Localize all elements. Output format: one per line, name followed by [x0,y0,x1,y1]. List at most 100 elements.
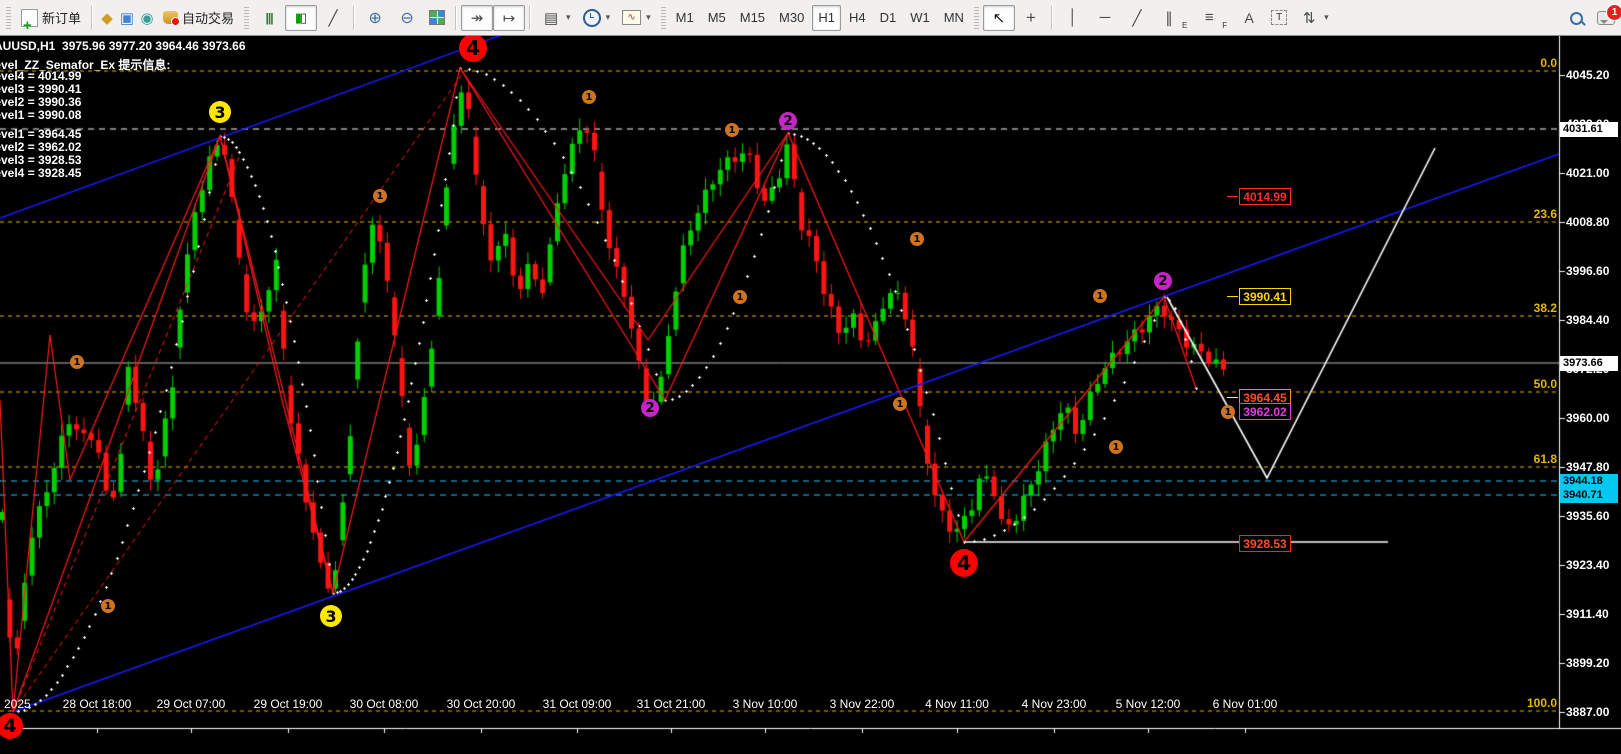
bar-chart-button[interactable]: ||| [253,5,285,31]
semafor-2-marker: 2 [779,112,797,130]
semafor-1-marker: 1 [733,290,747,304]
toolbar-grip[interactable] [244,7,249,29]
auto-scroll-button[interactable]: ↠ [461,5,493,31]
periods-button[interactable]: ▾ [577,5,617,31]
candlestick-chart-icon: ▮▯ [291,8,311,28]
chat-icon[interactable]: 1 [1597,11,1615,25]
price-tag: 4031.61 [1560,122,1618,137]
chart-price-label: 4014.99 [1239,188,1291,205]
chevron-down-icon: ▾ [606,12,611,23]
new-order-button[interactable]: 新订单 [15,5,87,31]
time-axis-label: 2025 [4,697,31,711]
time-axis-label: 3 Nov 22:00 [830,697,895,711]
autotrading-button[interactable]: 自动交易 [157,5,240,31]
time-axis-label: 4 Nov 11:00 [925,697,989,711]
price-axis-label: 3887.00 [1566,705,1609,719]
semafor-1-marker: 1 [1109,440,1123,454]
toolbar-grip[interactable] [974,7,979,29]
chart-price-label: 3928.53 [1239,535,1291,552]
equidistant-channel-button[interactable]: ∥E [1153,5,1193,31]
price-axis-label: 4021.00 [1566,166,1609,180]
timeframe-button-m5[interactable]: M5 [702,5,732,31]
time-axis-label: 31 Oct 09:00 [543,697,612,711]
toolbar: 新订单 ◆ ▣ ◉ 自动交易 ||| ▮▯ ╱ ⊕ ⊖ ↠ ↦ ▤▾ ▾ ∿▾ … [0,0,1621,36]
line-chart-button[interactable]: ╱ [317,5,349,31]
clock-icon [583,9,601,27]
timeframe-button-mn[interactable]: MN [938,5,970,31]
data-window-icon[interactable]: ◉ [137,8,157,28]
equidistant-channel-icon: ∥ [1159,8,1179,28]
vertical-line-button[interactable]: │ [1057,5,1089,31]
arrows-icon: ⇅ [1299,8,1319,28]
notification-badge[interactable]: 1 [1606,4,1621,21]
autotrading-icon [163,11,178,24]
arrows-button[interactable]: ⇅▾ [1293,5,1335,31]
tile-windows-button[interactable] [423,5,451,31]
chevron-down-icon: ▾ [1324,12,1329,23]
price-tag: 3944.18 [1560,474,1618,489]
fibonacci-button[interactable]: ≡F [1193,5,1233,31]
chart-window[interactable]: XAUUSD,H1 3975.96 3977.20 3964.46 3973.6… [0,36,1621,754]
symbol-ohlc-line: XAUUSD,H1 3975.96 3977.20 3964.46 3973.6… [0,39,246,53]
price-axis-label: 3960.00 [1566,411,1609,425]
timeframe-button-m15[interactable]: M15 [734,5,771,31]
timeframe-button-h1[interactable]: H1 [812,5,841,31]
text-button[interactable]: A [1233,5,1265,31]
price-axis-label: 3935.60 [1566,509,1609,523]
price-axis-label: 3923.40 [1566,558,1609,572]
chart-price-label: 3990.41 [1239,288,1291,305]
semafor-3-marker: 3 [209,101,231,123]
comment-level-line: Level3 = 3928.53 [0,153,81,167]
comment-level-line: Level4 = 4014.99 [0,69,81,83]
semafor-2-marker: 2 [1154,272,1172,290]
time-axis-label: 4 Nov 23:00 [1022,697,1087,711]
navigator-icon[interactable]: ▣ [117,8,137,28]
toolbar-separator [91,6,93,30]
price-tag: 3973.66 [1560,356,1618,371]
chart-price-label-connector [1227,196,1238,197]
time-axis-label: 31 Oct 21:00 [637,697,706,711]
comment-level-line: Level1 = 3990.08 [0,108,81,122]
zoom-out-button[interactable]: ⊖ [391,5,423,31]
zoom-out-icon: ⊖ [397,8,417,28]
fib-level-label: 38.2 [1534,301,1557,315]
semafor-4-marker: 4 [950,549,978,577]
new-order-icon [21,9,38,27]
new-chart-icon: ▤ [541,8,561,28]
candlestick-chart-button[interactable]: ▮▯ [285,5,317,31]
toolbar-grip[interactable] [661,7,666,29]
timeframe-button-m1[interactable]: M1 [670,5,700,31]
price-chart-canvas[interactable] [0,36,1621,754]
new-chart-button[interactable]: ▤▾ [535,5,577,31]
time-axis-label: 6 Nov 01:00 [1213,697,1278,711]
cursor-icon: ↖ [989,8,1009,28]
trendline-button[interactable]: ╱ [1121,5,1153,31]
timeframe-button-h4[interactable]: H4 [843,5,872,31]
fib-level-label: 0.0 [1540,56,1557,70]
market-watch-icon[interactable]: ◆ [97,8,117,28]
toolbar-grip[interactable] [6,7,11,29]
mt4-terminal: { "toolbar": { "new_order": "新订单", "auto… [0,0,1621,754]
semafor-1-marker: 1 [910,232,924,246]
trendline-icon: ╱ [1127,8,1147,28]
chart-shift-button[interactable]: ↦ [493,5,525,31]
timeframe-button-m30[interactable]: M30 [773,5,810,31]
timeframe-button-w1[interactable]: W1 [904,5,936,31]
semafor-1-marker: 1 [725,123,739,137]
crosshair-button[interactable]: + [1015,5,1047,31]
semafor-1-marker: 1 [373,189,387,203]
horizontal-line-button[interactable]: ─ [1089,5,1121,31]
semafor-1-marker: 1 [893,397,907,411]
vertical-line-icon: │ [1063,8,1083,28]
price-axis-label: 3899.20 [1566,656,1609,670]
cursor-button[interactable]: ↖ [983,5,1015,31]
comment-level-line: Level4 = 3928.45 [0,166,81,180]
zoom-in-button[interactable]: ⊕ [359,5,391,31]
indicators-button[interactable]: ∿▾ [616,5,657,31]
text-label-button[interactable]: T [1265,5,1293,31]
timeframe-button-d1[interactable]: D1 [874,5,903,31]
fib-level-label: 61.8 [1534,452,1557,466]
search-icon[interactable] [1570,12,1583,25]
toolbar-separator [529,6,531,30]
price-axis-label: 4008.80 [1566,215,1609,229]
